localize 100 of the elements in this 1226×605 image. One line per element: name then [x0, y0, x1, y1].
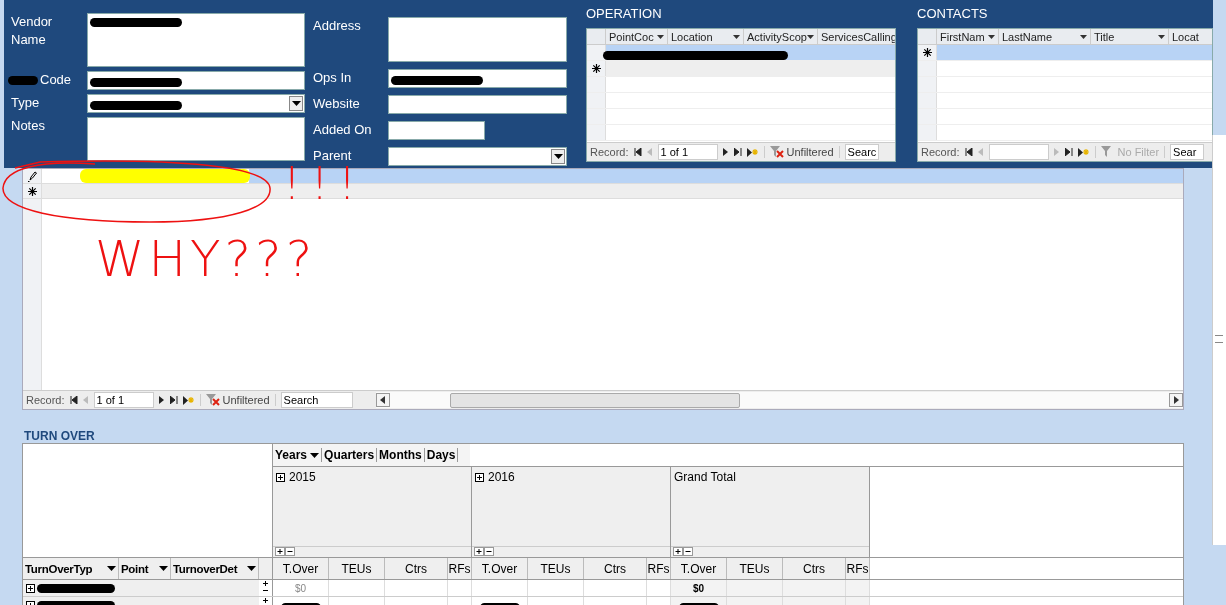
dropdown-icon[interactable]: [289, 96, 303, 111]
dropdown-icon[interactable]: [733, 34, 740, 39]
field-button[interactable]: Years: [273, 448, 323, 462]
field-button[interactable]: Months: [377, 448, 425, 462]
last-record-icon[interactable]: [733, 148, 742, 156]
column-header: T.Over: [671, 558, 727, 579]
column-header: Ctrs: [385, 558, 448, 579]
column-header[interactable]: FirstNam: [937, 29, 999, 44]
first-record-icon[interactable]: [633, 148, 642, 156]
row-selector[interactable]: [587, 61, 606, 76]
input-field[interactable]: [388, 121, 485, 140]
field-label: Parent: [313, 147, 353, 165]
dropdown-icon[interactable]: [657, 34, 664, 39]
row-header[interactable]: [23, 580, 259, 596]
scroll-right-icon[interactable]: [1169, 393, 1183, 407]
input-field[interactable]: [87, 94, 305, 113]
first-record-icon[interactable]: [69, 396, 78, 404]
input-field[interactable]: [87, 13, 305, 67]
vertical-scrollbar[interactable]: [1212, 135, 1226, 545]
field-label: Ops In: [313, 69, 353, 87]
field-button[interactable]: Days: [424, 448, 459, 462]
next-record-icon[interactable]: [158, 396, 165, 404]
dropdown-icon[interactable]: [107, 566, 116, 571]
scrollbar-thumb[interactable]: [1215, 335, 1223, 343]
column-header[interactable]: Title: [1091, 29, 1169, 44]
column-header: RFs: [846, 558, 870, 579]
field-label: Code: [11, 71, 87, 89]
dropdown-icon[interactable]: [310, 452, 320, 458]
column-header[interactable]: Location: [668, 29, 744, 44]
input-field[interactable]: [87, 71, 305, 90]
section-title: CONTACTS: [917, 6, 989, 22]
horizontal-scrollbar[interactable]: [375, 392, 1183, 408]
row-selector[interactable]: [587, 45, 606, 60]
field-label: Website: [313, 95, 361, 113]
expand-collapse-icon[interactable]: [275, 547, 295, 556]
search-field[interactable]: Search: [280, 392, 353, 408]
expand-collapse-icon[interactable]: [474, 547, 494, 556]
section-title: TURN OVER: [24, 429, 96, 443]
row-selector[interactable]: [23, 169, 42, 183]
expand-icon[interactable]: [276, 472, 285, 482]
new-record-icon[interactable]: [1077, 147, 1090, 157]
record-number-field[interactable]: 1 of 1: [93, 392, 154, 408]
field-label: Added On: [313, 121, 373, 139]
last-record-icon[interactable]: [169, 396, 178, 404]
next-record-icon[interactable]: [722, 148, 729, 156]
dropdown-icon[interactable]: [1080, 34, 1087, 39]
field-button[interactable]: TurnoverDet: [171, 558, 259, 579]
new-record-icon: [591, 64, 601, 73]
dropdown-icon[interactable]: [551, 149, 565, 164]
column-header: Ctrs: [584, 558, 647, 579]
expand-collapse-icon[interactable]: [261, 580, 270, 594]
field-button[interactable]: TurnOverTyp: [23, 558, 119, 579]
filter-button[interactable]: Unfiltered: [763, 146, 840, 158]
scroll-left-icon[interactable]: [375, 393, 390, 407]
row-selector[interactable]: [23, 184, 42, 198]
field-button[interactable]: Point: [119, 558, 171, 579]
table-cell: $0: [671, 580, 727, 596]
search-field[interactable]: Sear: [1170, 144, 1205, 160]
input-field[interactable]: [388, 17, 567, 62]
dropdown-icon[interactable]: [159, 566, 168, 571]
datasheet-row[interactable]: [587, 45, 895, 61]
column-header[interactable]: PointCoc: [606, 29, 668, 44]
scrollbar-thumb[interactable]: [449, 392, 740, 408]
row-selector[interactable]: [918, 45, 937, 60]
expand-collapse-icon[interactable]: [673, 547, 693, 556]
section-title: OPERATION: [586, 6, 663, 22]
record-label: Record:: [26, 394, 65, 406]
input-field[interactable]: [87, 117, 305, 161]
column-header[interactable]: LastName: [999, 29, 1091, 44]
column-header: T.Over: [273, 558, 329, 579]
record-label: Record:: [921, 146, 960, 158]
field-button[interactable]: Quarters: [322, 448, 378, 462]
column-header: TEUs: [727, 558, 783, 579]
new-record-icon[interactable]: [746, 147, 759, 157]
column-header: T.Over: [472, 558, 528, 579]
column-header[interactable]: Locat: [1169, 29, 1212, 44]
expand-icon[interactable]: [26, 583, 35, 593]
new-record-icon[interactable]: [182, 395, 195, 405]
record-number-field[interactable]: 1 of 1: [657, 144, 718, 160]
input-field[interactable]: [388, 147, 567, 166]
table-cell: $0: [273, 580, 329, 596]
dropdown-icon[interactable]: [988, 34, 995, 39]
field-label: Address: [313, 17, 362, 35]
first-record-icon[interactable]: [964, 148, 973, 156]
search-field[interactable]: Searc: [844, 144, 879, 160]
input-field[interactable]: [388, 95, 567, 114]
field-label: Vendor Name: [11, 13, 54, 49]
dropdown-icon[interactable]: [1158, 34, 1165, 39]
column-header: RFs: [448, 558, 472, 579]
dropdown-icon[interactable]: [247, 566, 256, 571]
record-number-field[interactable]: [988, 144, 1049, 160]
handwritten-note: WHY???: [95, 234, 317, 284]
dropdown-icon[interactable]: [807, 34, 814, 39]
filter-button[interactable]: Unfiltered: [199, 394, 276, 406]
column-header[interactable]: ActivityScop: [744, 29, 818, 44]
input-field[interactable]: [388, 69, 567, 88]
column-header: TEUs: [528, 558, 584, 579]
expand-icon[interactable]: [475, 472, 484, 482]
last-record-icon[interactable]: [1064, 148, 1073, 156]
table-cell: [727, 580, 783, 596]
